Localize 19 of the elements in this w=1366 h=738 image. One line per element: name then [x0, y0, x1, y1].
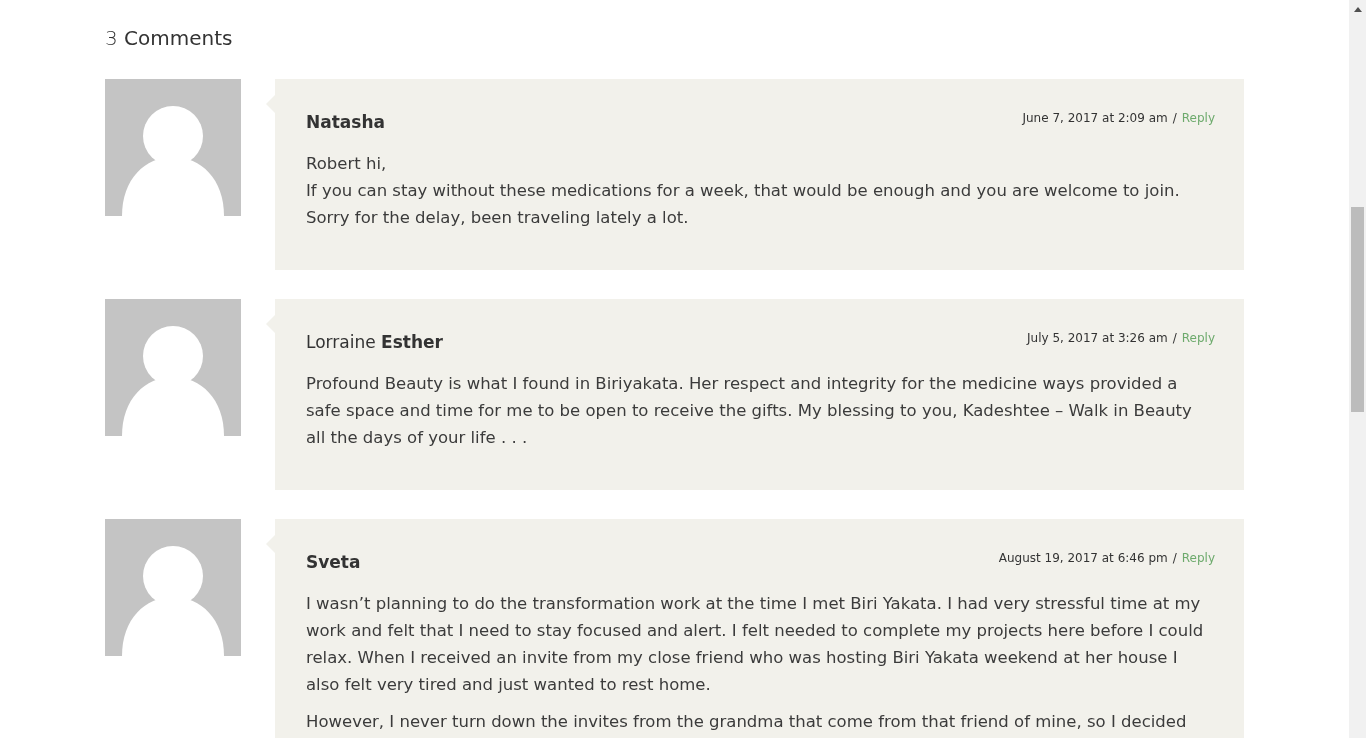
- comment-text: I wasn’t planning to do the transformation work at the time I met Biri Yakata. I had very stressful time at my work and felt that I need to stay focused and alert. I felt needed to complete my projects here before I could relax. When I received an invite from my close friend who was hosting Biri Yakata weekend at her house I also felt very tired and just wanted to rest home.: [306, 593, 1205, 696]
- comment-date: June 7, 2017 at 2:09 am: [1022, 110, 1168, 126]
- comment-text: However, I never turn down the invites from the grandma that come from that friend of mine, so I decided: [306, 711, 1188, 733]
- comment-date: August 19, 2017 at 6:46 pm: [998, 550, 1168, 566]
- reply-link[interactable]: Reply: [1181, 110, 1215, 126]
- comment-date: July 5, 2017 at 3:26 am: [1027, 330, 1168, 346]
- scrollbar-thumb[interactable]: [1351, 207, 1364, 412]
- reply-link[interactable]: Reply: [1181, 550, 1215, 566]
- comment-author: Natasha: [306, 111, 385, 134]
- comment-text: Robert hi, If you can stay without these medications for a week, that would be enough and you are welcome to join. Sorry for the delay, been traveling lately a lot.: [306, 153, 1181, 229]
- separator-text: /: [1172, 550, 1177, 566]
- separator-text: /: [1172, 330, 1177, 346]
- separator-text: /: [1172, 110, 1177, 126]
- comment-author: Sveta: [306, 551, 361, 574]
- comment-text: Profound Beauty is what I found in Biriyakata. Her respect and integrity for the medicine ways provided a safe space and time for me to be open to receive the gifts. My blessing to you, Kadeshtee – Walk in Beauty all the days of your life . . .: [306, 373, 1193, 449]
- reply-link[interactable]: Reply: [1181, 330, 1215, 346]
- comments-heading: 3 Comments: [105, 25, 233, 52]
- scroll-up-arrow-icon[interactable]: [1353, 7, 1362, 12]
- comment-author: Lorraine Esther: [306, 331, 443, 354]
